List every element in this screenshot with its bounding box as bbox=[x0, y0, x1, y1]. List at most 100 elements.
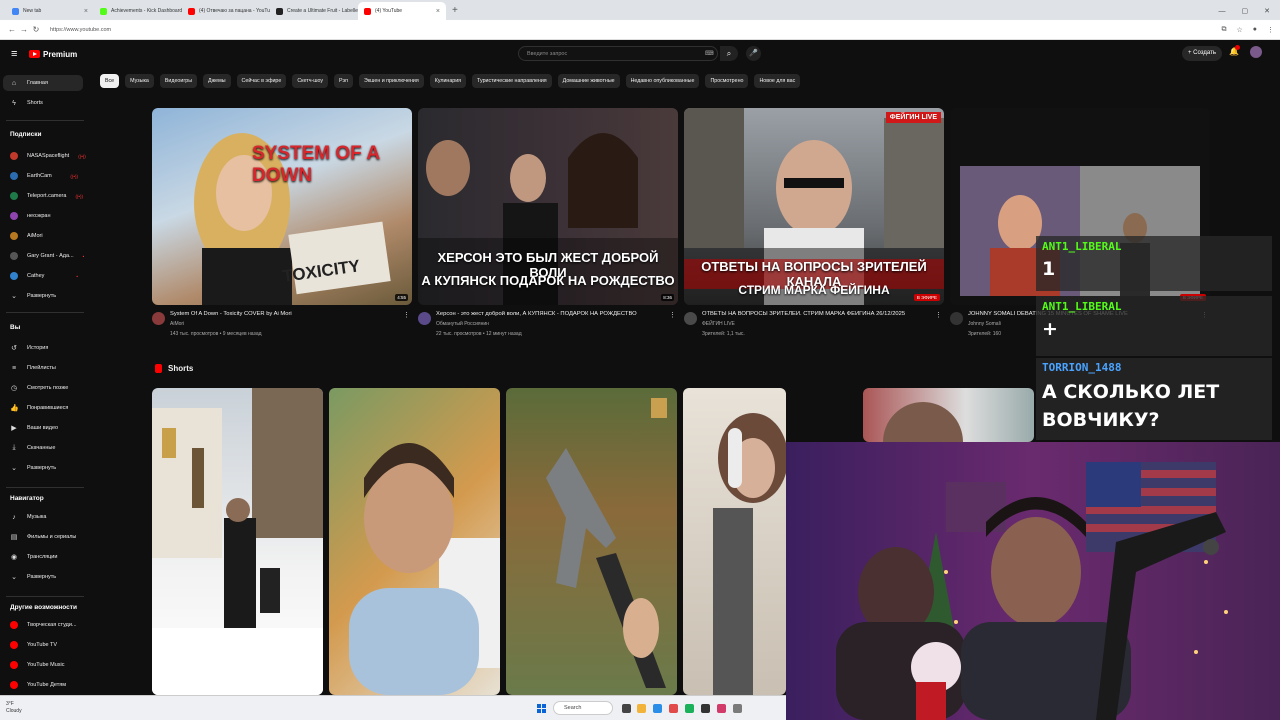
filter-chip[interactable]: Рэп bbox=[334, 74, 354, 88]
minimize-icon[interactable]: — bbox=[1219, 8, 1226, 15]
sidebar-item[interactable]: 👍 Понравившиеся bbox=[0, 400, 88, 416]
task-view-icon[interactable] bbox=[622, 704, 631, 713]
filter-chip[interactable]: Музыка bbox=[125, 74, 154, 88]
filter-chip[interactable]: Домашние животные bbox=[557, 74, 620, 88]
app-icon[interactable] bbox=[717, 704, 726, 713]
browser-tab[interactable]: (4) YouTube × bbox=[358, 2, 446, 20]
browser-tab[interactable]: New tab × bbox=[6, 2, 94, 20]
store-icon[interactable] bbox=[669, 704, 678, 713]
keyboard-icon[interactable]: ⌨ bbox=[705, 50, 714, 57]
video-thumbnail[interactable]: SYSTEM OF A DOWN TOXICITY 4:55 bbox=[152, 108, 412, 305]
sidebar-item[interactable]: ⤓ Скачанные bbox=[0, 440, 88, 456]
sidebar-item[interactable]: ◷ Смотреть позже bbox=[0, 380, 88, 396]
filter-chip[interactable]: Все bbox=[100, 74, 120, 88]
sidebar-subscription[interactable]: Cathey • bbox=[0, 268, 88, 284]
filter-chip[interactable]: Скетч-шоу bbox=[292, 74, 329, 88]
forward-icon[interactable]: → bbox=[18, 25, 30, 34]
filter-chip[interactable]: Экшен и приключения bbox=[359, 74, 424, 88]
sidebar-subscription[interactable]: неоэкран bbox=[0, 208, 88, 224]
windows-start-icon[interactable] bbox=[537, 704, 546, 713]
hamburger-menu-icon[interactable]: ≡ bbox=[11, 48, 25, 60]
reload-icon[interactable]: ↻ bbox=[30, 25, 42, 34]
filter-chip[interactable]: Видеоигры bbox=[159, 74, 198, 88]
video-card[interactable]: ОТВЕТЫ НА ВОПРОСЫ ЗРИТЕЛЕЙ КАНАЛА СТРИМ М… bbox=[684, 108, 944, 347]
channel-name[interactable]: Обманутый Россиянин bbox=[436, 321, 489, 327]
sidebar-item[interactable]: ♪ Музыка bbox=[0, 509, 88, 525]
tab-close-icon[interactable]: × bbox=[436, 8, 440, 15]
filter-chip[interactable]: Джемы bbox=[203, 74, 231, 88]
sidebar-item[interactable]: ▶ Ваши видео bbox=[0, 420, 88, 436]
video-thumbnail[interactable]: ОТВЕТЫ НА ВОПРОСЫ ЗРИТЕЛЕЙ КАНАЛА СТРИМ М… bbox=[684, 108, 944, 305]
channel-avatar[interactable] bbox=[950, 312, 963, 325]
new-tab-button[interactable]: + bbox=[446, 2, 464, 20]
more-options-icon[interactable]: ⋮ bbox=[403, 311, 410, 319]
short-thumbnail[interactable] bbox=[329, 388, 500, 695]
video-title[interactable]: System Of A Down - Toxicity COVER by Ai … bbox=[170, 311, 402, 317]
tab-close-icon[interactable]: × bbox=[84, 8, 88, 15]
search-button[interactable]: ⌕ bbox=[720, 46, 738, 61]
browser-tab[interactable]: Achievements - Kick Dashboard× bbox=[94, 2, 182, 20]
youtube-logo[interactable]: Premium bbox=[29, 50, 77, 59]
channel-name[interactable]: AiMori bbox=[170, 321, 184, 327]
bookmark-icon[interactable]: ☆ bbox=[1236, 26, 1242, 34]
subscriptions-heading[interactable]: Подписки bbox=[10, 131, 41, 138]
profile-icon[interactable]: ● bbox=[1253, 26, 1257, 33]
video-thumbnail[interactable]: ХЕРСОН ЭТО БЫЛ ЖЕСТ ДОБРОЙ ВОЛИ А КУПЯНСК… bbox=[418, 108, 678, 305]
maximize-icon[interactable]: ▢ bbox=[1242, 7, 1249, 15]
channel-name[interactable]: ФЕЙГИН LIVE bbox=[702, 321, 735, 327]
explore-heading[interactable]: Навигатор bbox=[10, 495, 44, 502]
more-options-icon[interactable]: ⋮ bbox=[935, 311, 942, 319]
sidebar-item[interactable]: ⌄ Развернуть bbox=[0, 460, 88, 476]
filter-chip[interactable]: Туристические направления bbox=[472, 74, 552, 88]
channel-name[interactable]: Johnny Somali bbox=[968, 321, 1001, 327]
filter-chip[interactable]: Сейчас в эфире bbox=[236, 74, 287, 88]
filter-chip[interactable]: Новое для вас bbox=[754, 74, 801, 88]
short-thumbnail[interactable] bbox=[683, 388, 786, 695]
sidebar-item[interactable]: YouTube Music bbox=[0, 657, 88, 673]
sidebar-item[interactable]: ⌄ Развернуть bbox=[0, 569, 88, 585]
close-icon[interactable]: ✕ bbox=[1264, 7, 1270, 15]
channel-avatar[interactable] bbox=[152, 312, 165, 325]
browser-tab[interactable]: (4) Отвечаю за пацана - YouTube× bbox=[182, 2, 270, 20]
more-from-youtube-heading[interactable]: Другие возможности bbox=[10, 604, 77, 611]
video-card[interactable]: SYSTEM OF A DOWN TOXICITY 4:55 System Of A … bbox=[152, 108, 412, 347]
sidebar-subscription[interactable]: AiMori bbox=[0, 228, 88, 244]
channel-avatar[interactable] bbox=[684, 312, 697, 325]
you-heading[interactable]: Вы bbox=[10, 324, 20, 331]
back-icon[interactable]: ← bbox=[6, 25, 18, 34]
video-card[interactable]: ХЕРСОН ЭТО БЫЛ ЖЕСТ ДОБРОЙ ВОЛИ А КУПЯНСК… bbox=[418, 108, 678, 347]
sidebar-subscription[interactable]: Gary Grant - Ада... • bbox=[0, 248, 88, 264]
sidebar-item[interactable]: ◉ Трансляции bbox=[0, 549, 88, 565]
edge-icon[interactable] bbox=[653, 704, 662, 713]
short-thumbnail[interactable] bbox=[863, 388, 1034, 442]
sidebar-item[interactable]: YouTube TV bbox=[0, 637, 88, 653]
url-field[interactable]: https://www.youtube.com bbox=[50, 27, 111, 33]
file-explorer-icon[interactable] bbox=[637, 704, 646, 713]
sidebar-subscription[interactable]: EarthCam ((•)) bbox=[0, 168, 88, 184]
short-thumbnail[interactable] bbox=[152, 388, 323, 695]
channel-avatar[interactable] bbox=[418, 312, 431, 325]
sidebar-item[interactable]: ⌂ Главная bbox=[3, 75, 83, 91]
sidebar-item[interactable]: Творческая студи... bbox=[0, 617, 88, 633]
video-title[interactable]: Херсон - это жест доброй воли, А КУПЯНСК… bbox=[436, 311, 668, 317]
sidebar-subscription[interactable]: NASASpaceflight ((•)) bbox=[0, 148, 88, 164]
sidebar-item[interactable]: ▤ Фильмы и сериалы bbox=[0, 529, 88, 545]
video-title[interactable]: ОТВЕТЫ НА ВОПРОСЫ ЗРИТЕЛЕЙ. СТРИМ МАРКА … bbox=[702, 311, 934, 317]
obs-icon[interactable] bbox=[701, 704, 710, 713]
settings-icon[interactable] bbox=[733, 704, 742, 713]
taskbar-search[interactable]: Search bbox=[553, 701, 613, 715]
menu-icon[interactable]: ⋮ bbox=[1267, 26, 1274, 34]
chrome-icon[interactable] bbox=[685, 704, 694, 713]
short-thumbnail[interactable] bbox=[506, 388, 677, 695]
extensions-icon[interactable]: ⧉ bbox=[1221, 26, 1226, 34]
filter-chip[interactable]: Кулинария bbox=[429, 74, 467, 88]
weather-widget[interactable]: 3°F Cloudy bbox=[6, 701, 22, 715]
sidebar-item[interactable]: ϟ Shorts bbox=[0, 95, 88, 111]
sidebar-subscription[interactable]: Teleport.camera ((•)) bbox=[0, 188, 88, 204]
sidebar-item[interactable]: ↺ История bbox=[0, 340, 88, 356]
browser-tab[interactable]: Create a Ultimate Fruit - Labelled× bbox=[270, 2, 358, 20]
filter-chip[interactable]: Недавно опубликованные bbox=[625, 74, 700, 88]
voice-search-button[interactable]: 🎤 bbox=[746, 46, 761, 61]
search-input[interactable]: Введите запрос bbox=[518, 46, 718, 61]
sidebar-item[interactable]: YouTube Детям bbox=[0, 677, 88, 693]
